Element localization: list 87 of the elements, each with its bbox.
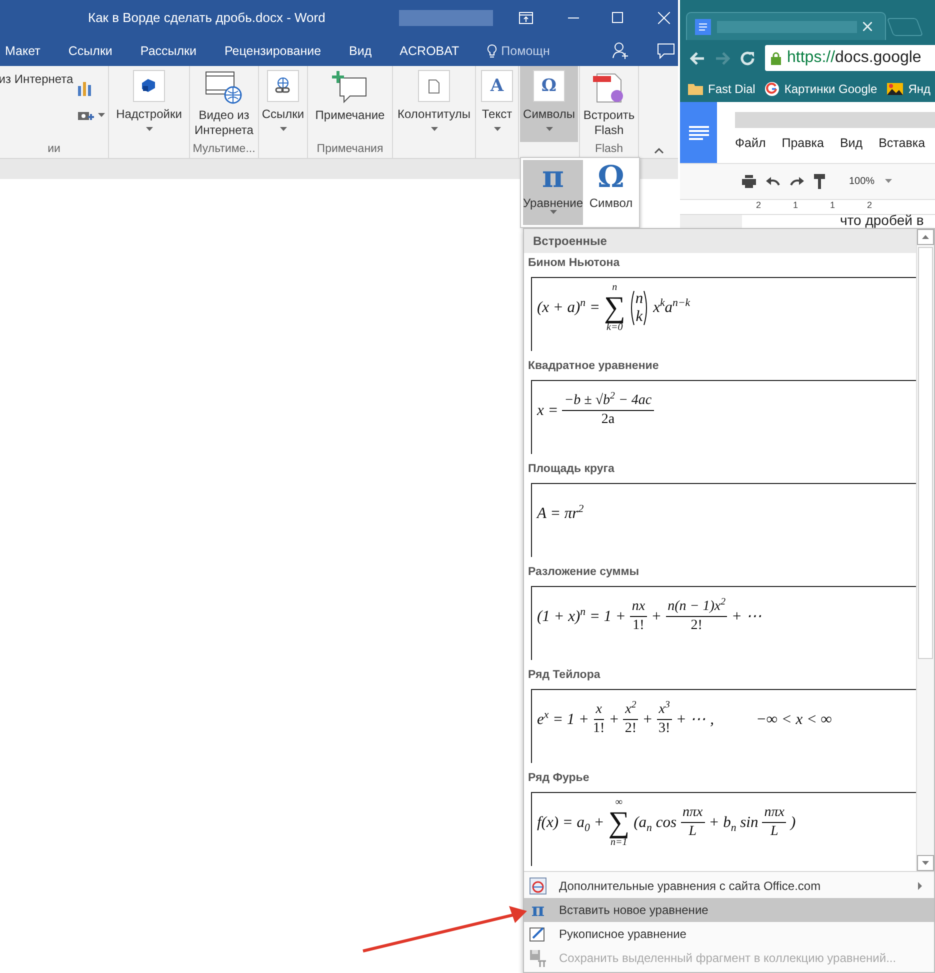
lock-icon	[771, 52, 781, 64]
ribbon-button[interactable]: Ссылки	[258, 66, 308, 142]
menu-item[interactable]: π Вставить новое уравнение	[524, 898, 934, 922]
ruler-number: 1	[830, 200, 836, 212]
ribbon-tab[interactable]: Рассылки	[140, 44, 197, 58]
menu-item[interactable]: Файл	[735, 136, 766, 150]
left-parenthesis-drawing	[629, 290, 636, 326]
close-icon[interactable]	[863, 22, 872, 31]
ribbon-tab[interactable]: Ссылки	[68, 44, 112, 58]
pen-in-box-icon	[529, 925, 547, 943]
docs-menu-icon[interactable]	[688, 126, 708, 140]
print-icon[interactable]	[742, 175, 756, 188]
menu-item[interactable]: Рукописное уравнение	[524, 922, 934, 946]
equation-title: Бином Ньютона	[527, 256, 621, 271]
ribbon-button[interactable]: Надстройки	[113, 66, 185, 142]
chart-icon[interactable]	[77, 80, 94, 96]
disk-icon	[529, 949, 547, 967]
ruler-number: 2	[867, 200, 872, 212]
tell-me-field[interactable]: Помощн	[501, 44, 550, 58]
group-label: ии	[46, 142, 62, 157]
ribbon-label: из Интернета	[0, 72, 74, 86]
down-arrow-icon	[922, 861, 929, 865]
google-logo-icon	[765, 82, 780, 96]
symbol-icon: Ω	[533, 70, 565, 102]
ribbon-button[interactable]: Ω Символы	[520, 66, 578, 142]
collapse-ribbon-icon[interactable]	[654, 148, 664, 154]
equation-title: Ряд Тейлора	[527, 668, 602, 683]
globe-link-icon	[267, 70, 299, 102]
document-text: что дробей в	[840, 212, 924, 228]
ribbon-button[interactable]: Видео из Интернета	[190, 66, 258, 142]
scrollbar-thumb[interactable]	[918, 247, 933, 659]
gallery-button[interactable]: π Уравнение	[523, 160, 583, 225]
add-person-icon[interactable]	[612, 42, 629, 59]
group-label: Мультиме...	[192, 142, 256, 157]
caret-icon	[884, 179, 892, 184]
page-icon	[418, 70, 450, 102]
ribbon-tab[interactable]: Макет	[5, 44, 40, 58]
video-globe-icon	[205, 70, 243, 104]
add-ins-icon	[133, 70, 165, 102]
window-title: Как в Ворде сделать дробь.docx - Word	[88, 10, 326, 25]
bookmark-link[interactable]: Fast Dial	[688, 82, 756, 96]
redo-icon[interactable]	[790, 177, 804, 186]
scroll-down-button[interactable]	[917, 855, 934, 871]
picture-icon	[887, 83, 904, 95]
menu-item[interactable]: Вставка	[878, 136, 926, 150]
minimize-icon[interactable]	[568, 16, 580, 18]
back-arrow-icon[interactable]	[690, 52, 705, 64]
folder-icon	[688, 83, 703, 95]
globe-icon	[529, 877, 547, 895]
reload-icon[interactable]	[740, 50, 755, 66]
add-comment-icon	[332, 70, 368, 104]
up-arrow-icon	[922, 235, 929, 239]
ribbon-button[interactable]: Примечание	[312, 66, 388, 142]
bookmark-link[interactable]: Картинки Google	[765, 82, 878, 96]
ribbon-tab[interactable]: Вид	[349, 44, 372, 58]
ruler-number: 1	[793, 200, 798, 212]
lightbulb-icon	[487, 44, 498, 58]
docs-icon	[695, 18, 711, 34]
ribbon-button[interactable]: Колонтитулы	[394, 66, 474, 142]
group-label: Flash	[594, 142, 624, 157]
scroll-up-button[interactable]	[917, 229, 934, 245]
equation-title: Квадратное уравнение	[527, 359, 660, 374]
group-label: Примечания	[316, 142, 384, 157]
paint-format-icon[interactable]	[814, 174, 825, 189]
comment-icon[interactable]	[656, 42, 675, 58]
pi-icon: π	[529, 900, 547, 920]
ribbon-button[interactable]: A Текст	[478, 66, 516, 142]
address-bar[interactable]: https://docs.google	[765, 45, 935, 71]
zoom-dropdown[interactable]: 100%	[849, 176, 892, 187]
menu-item[interactable]: Дополнительные уравнения с сайта Office.com	[524, 874, 934, 898]
equation-title: Площадь круга	[527, 462, 616, 477]
gallery-button[interactable]: Ω Символ	[585, 160, 637, 225]
ribbon-display-icon[interactable]	[519, 12, 534, 24]
ribbon-tab[interactable]: ACROBAT	[400, 44, 460, 58]
menu-item[interactable]: Правка	[782, 136, 824, 150]
bookmark-link[interactable]: Янд	[887, 82, 931, 96]
symbol-icon: A	[481, 70, 513, 102]
gallery-header: Встроенные	[524, 229, 916, 253]
right-parenthesis-drawing	[643, 290, 650, 326]
equation-title: Разложение суммы	[527, 565, 640, 580]
ribbon-tab[interactable]: Рецензирование	[224, 44, 322, 58]
undo-icon[interactable]	[766, 177, 780, 186]
ruler-number: 2	[756, 200, 762, 212]
menu-item[interactable]: Вид	[840, 136, 863, 150]
maximize-icon[interactable]	[612, 12, 624, 23]
equation-title: Ряд Фурье	[527, 771, 590, 786]
ribbon-button[interactable]: Встроить Flash	[580, 66, 638, 142]
